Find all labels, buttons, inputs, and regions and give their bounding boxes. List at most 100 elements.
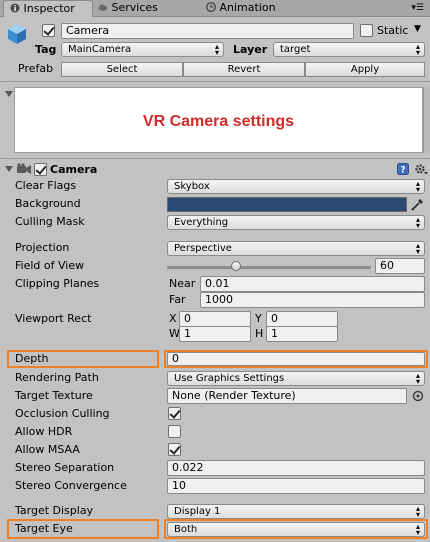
culling-mask-value: Everything: [174, 217, 229, 228]
panel-menu-icon[interactable]: ▾☰: [411, 4, 424, 13]
target-display-dropdown[interactable]: Display 1 ▴ ▾: [167, 504, 425, 519]
occlusion-culling-label: Occlusion Culling: [15, 407, 110, 420]
clipping-planes-label: Clipping Planes: [15, 277, 100, 290]
rendering-path-dropdown[interactable]: Use Graphics Settings ▴ ▾: [167, 371, 425, 386]
layer-value: target: [280, 44, 311, 55]
separator: [0, 81, 430, 82]
viewport-x-label: X: [169, 312, 177, 325]
dropdown-arrows-icon: ▴ ▾: [415, 371, 420, 386]
viewport-y-label: Y: [255, 312, 262, 325]
occlusion-culling-checkbox[interactable]: [168, 407, 181, 420]
viewport-x-input[interactable]: 0: [179, 311, 251, 327]
eyedropper-icon[interactable]: [410, 197, 425, 212]
target-display-value: Display 1: [174, 506, 221, 517]
clock-icon: [206, 2, 216, 12]
projection-dropdown[interactable]: Perspective ▴ ▾: [167, 241, 425, 256]
projection-value: Perspective: [174, 243, 232, 254]
svg-text:?: ?: [400, 166, 405, 176]
cube-icon: [8, 24, 26, 44]
tag-label: Tag: [35, 43, 57, 56]
target-texture-field[interactable]: None (Render Texture): [167, 388, 407, 404]
target-eye-label: Target Eye: [15, 522, 73, 535]
static-label: Static: [377, 24, 409, 37]
allow-hdr-checkbox[interactable]: [168, 425, 181, 438]
preview-panel: VR Camera settings: [14, 87, 423, 153]
tab-label: Animation: [219, 1, 276, 14]
projection-label: Projection: [15, 241, 70, 254]
component-enabled-checkbox[interactable]: [34, 163, 47, 176]
allow-msaa-label: Allow MSAA: [15, 443, 80, 456]
tab-label: Inspector: [23, 2, 75, 15]
background-color-swatch[interactable]: [167, 197, 407, 212]
camera-component-icon: [17, 163, 31, 174]
static-dropdown-icon[interactable]: ▼: [414, 24, 421, 34]
far-clip-input[interactable]: 1000: [200, 292, 425, 308]
prefab-label: Prefab: [18, 62, 54, 75]
object-picker-icon[interactable]: [412, 390, 424, 402]
stereo-separation-input[interactable]: 0.022: [167, 460, 425, 476]
stereo-convergence-input[interactable]: 10: [167, 478, 425, 494]
culling-mask-label: Culling Mask: [15, 215, 85, 228]
gear-icon[interactable]: [414, 163, 428, 175]
clear-flags-dropdown[interactable]: Skybox ▴ ▾: [167, 179, 425, 194]
viewport-w-input[interactable]: 1: [179, 326, 251, 342]
allow-msaa-checkbox[interactable]: [168, 443, 181, 456]
clear-flags-label: Clear Flags: [15, 179, 77, 192]
static-checkbox[interactable]: [360, 24, 373, 37]
target-display-label: Target Display: [15, 504, 94, 517]
dropdown-arrows-icon: ▴ ▾: [415, 241, 420, 256]
dropdown-arrows-icon: ▴ ▾: [415, 179, 420, 194]
rendering-path-value: Use Graphics Settings: [174, 373, 285, 384]
active-checkbox[interactable]: [42, 24, 55, 37]
viewport-rect-label: Viewport Rect: [15, 312, 92, 325]
prefab-apply-button[interactable]: Apply: [305, 62, 425, 77]
target-texture-label: Target Texture: [15, 389, 93, 402]
depth-label: Depth: [15, 352, 49, 365]
preview-caption: VR Camera settings: [142, 113, 295, 130]
separator: [0, 158, 430, 159]
viewport-h-input[interactable]: 1: [266, 326, 338, 342]
help-icon[interactable]: ?: [397, 163, 409, 175]
clear-flags-value: Skybox: [174, 181, 210, 192]
tag-dropdown[interactable]: MainCamera ▴ ▾: [61, 42, 224, 57]
field-of-view-input[interactable]: 60: [375, 258, 425, 274]
prefab-revert-button[interactable]: Revert: [183, 62, 305, 77]
info-icon: [10, 3, 20, 13]
near-label: Near: [169, 277, 196, 290]
layer-label: Layer: [233, 43, 268, 56]
rendering-path-label: Rendering Path: [15, 371, 99, 384]
fold-arrow-icon[interactable]: [5, 91, 13, 97]
field-of-view-slider-track[interactable]: [167, 266, 371, 269]
component-fold-arrow-icon[interactable]: [5, 166, 13, 172]
prefab-select-button[interactable]: Select: [61, 62, 183, 77]
allow-hdr-label: Allow HDR: [15, 425, 73, 438]
tab-label: Services: [111, 1, 158, 14]
viewport-y-input[interactable]: 0: [266, 311, 338, 327]
component-title: Camera: [50, 163, 98, 176]
preview-scrollbar[interactable]: [423, 87, 430, 153]
cloud-icon: [98, 4, 108, 11]
tab-services[interactable]: Services: [98, 0, 178, 17]
far-label: Far: [169, 293, 186, 306]
tab-inspector[interactable]: Inspector: [3, 0, 93, 17]
stereo-separation-label: Stereo Separation: [15, 461, 115, 474]
object-name-field[interactable]: Camera: [61, 23, 354, 39]
field-of-view-label: Field of View: [15, 259, 85, 272]
background-label: Background: [15, 197, 81, 210]
target-eye-value: Both: [174, 524, 198, 535]
tag-value: MainCamera: [68, 44, 132, 55]
field-of-view-slider-thumb[interactable]: [231, 261, 242, 271]
stereo-convergence-label: Stereo Convergence: [15, 479, 127, 492]
dropdown-arrows-icon: ▴ ▾: [415, 504, 420, 519]
layer-dropdown[interactable]: target ▴ ▾: [273, 42, 425, 57]
viewport-h-label: H: [255, 327, 264, 340]
depth-input[interactable]: 0: [167, 352, 425, 366]
near-clip-input[interactable]: 0.01: [200, 276, 425, 292]
dropdown-arrows-icon: ▴ ▾: [415, 42, 420, 57]
dropdown-arrows-icon: ▴ ▾: [214, 42, 219, 57]
target-eye-dropdown[interactable]: Both ▴ ▾: [167, 522, 425, 537]
culling-mask-dropdown[interactable]: Everything ▴ ▾: [167, 215, 425, 230]
dropdown-arrows-icon: ▴ ▾: [415, 215, 420, 230]
tab-animation[interactable]: Animation: [206, 0, 296, 17]
dropdown-arrows-icon: ▴ ▾: [415, 522, 420, 537]
